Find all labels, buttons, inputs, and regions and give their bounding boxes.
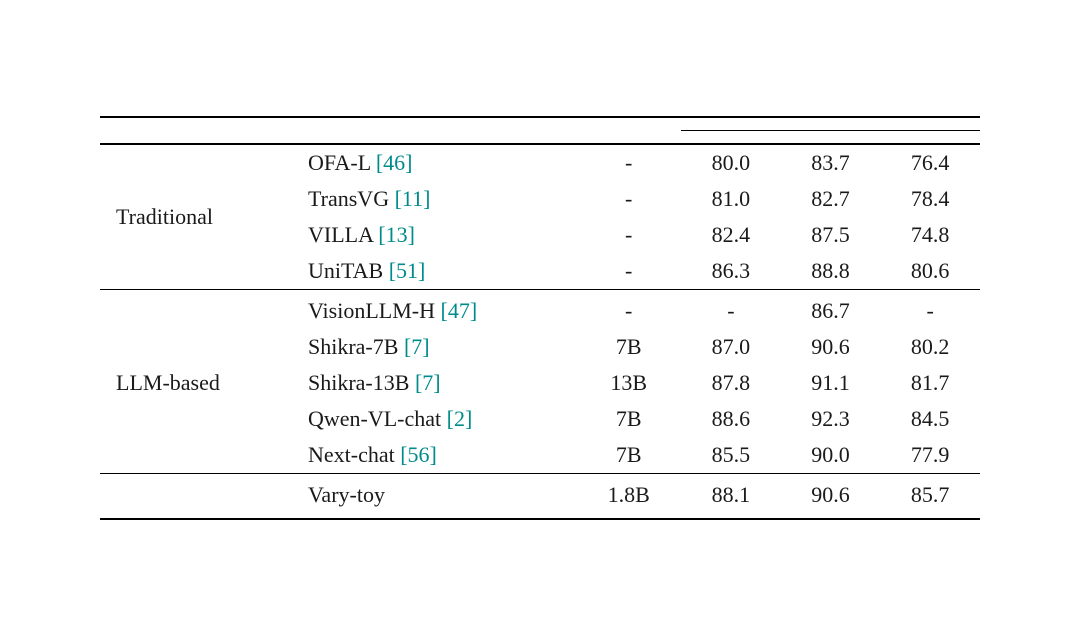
- refcoco-group-header: [681, 117, 980, 130]
- testB-cell: 84.5: [880, 401, 980, 437]
- citation: [51]: [389, 258, 426, 283]
- table-row: Vary-toy1.8B88.190.685.7: [100, 473, 980, 519]
- val-cell: 88.6: [681, 401, 781, 437]
- size-subheader: [576, 130, 681, 144]
- testA-cell: 90.0: [781, 437, 881, 474]
- testB-header: [880, 130, 980, 144]
- header-row-top: [100, 117, 980, 130]
- val-cell: 81.0: [681, 181, 781, 217]
- val-cell: 80.0: [681, 144, 781, 181]
- citation: [56]: [400, 442, 437, 467]
- val-cell: 87.8: [681, 365, 781, 401]
- testA-cell: 88.8: [781, 253, 881, 290]
- type-subheader: [100, 130, 292, 144]
- method-cell: TransVG [11]: [292, 181, 576, 217]
- citation: [13]: [378, 222, 415, 247]
- testA-cell: 92.3: [781, 401, 881, 437]
- citation: [2]: [447, 406, 473, 431]
- size-cell: -: [576, 253, 681, 290]
- method-cell: Qwen-VL-chat [2]: [292, 401, 576, 437]
- size-cell: 7B: [576, 329, 681, 365]
- testB-cell: 78.4: [880, 181, 980, 217]
- testB-cell: 81.7: [880, 365, 980, 401]
- citation: [7]: [415, 370, 441, 395]
- table-container: TraditionalOFA-L [46]-80.083.776.4TransV…: [60, 86, 1020, 550]
- size-cell: -: [576, 289, 681, 329]
- method-cell: Shikra-13B [7]: [292, 365, 576, 401]
- citation: [47]: [441, 298, 478, 323]
- header-row-sub: [100, 130, 980, 144]
- testA-cell: 90.6: [781, 329, 881, 365]
- citation: [46]: [376, 150, 413, 175]
- testB-cell: 74.8: [880, 217, 980, 253]
- testB-cell: -: [880, 289, 980, 329]
- type-cell: Traditional: [100, 144, 292, 290]
- testA-cell: 86.7: [781, 289, 881, 329]
- method-subheader: [292, 130, 576, 144]
- table-row: TraditionalOFA-L [46]-80.083.776.4: [100, 144, 980, 181]
- method-cell: Shikra-7B [7]: [292, 329, 576, 365]
- testA-cell: 82.7: [781, 181, 881, 217]
- method-cell: Vary-toy: [292, 473, 576, 519]
- testB-cell: 85.7: [880, 473, 980, 519]
- testA-header: [781, 130, 881, 144]
- size-cell: -: [576, 181, 681, 217]
- val-header: [681, 130, 781, 144]
- method-cell: UniTAB [51]: [292, 253, 576, 290]
- results-table: TraditionalOFA-L [46]-80.083.776.4TransV…: [100, 116, 980, 520]
- testA-cell: 87.5: [781, 217, 881, 253]
- size-cell: 13B: [576, 365, 681, 401]
- method-header: [292, 117, 576, 130]
- table-row: LLM-basedVisionLLM-H [47]--86.7-: [100, 289, 980, 329]
- testA-cell: 91.1: [781, 365, 881, 401]
- size-cell: -: [576, 217, 681, 253]
- size-cell: 7B: [576, 437, 681, 474]
- size-cell: 7B: [576, 401, 681, 437]
- type-cell: LLM-based: [100, 289, 292, 473]
- testB-cell: 80.6: [880, 253, 980, 290]
- val-cell: 82.4: [681, 217, 781, 253]
- citation: [11]: [395, 186, 431, 211]
- size-header: [576, 117, 681, 130]
- size-cell: -: [576, 144, 681, 181]
- val-cell: 86.3: [681, 253, 781, 290]
- method-cell: Next-chat [56]: [292, 437, 576, 474]
- testB-cell: 76.4: [880, 144, 980, 181]
- type-cell: [100, 473, 292, 519]
- size-cell: 1.8B: [576, 473, 681, 519]
- table-body: TraditionalOFA-L [46]-80.083.776.4TransV…: [100, 144, 980, 519]
- val-cell: 87.0: [681, 329, 781, 365]
- testB-cell: 77.9: [880, 437, 980, 474]
- testA-cell: 90.6: [781, 473, 881, 519]
- citation: [7]: [404, 334, 430, 359]
- type-header: [100, 117, 292, 130]
- method-cell: VisionLLM-H [47]: [292, 289, 576, 329]
- method-cell: VILLA [13]: [292, 217, 576, 253]
- testA-cell: 83.7: [781, 144, 881, 181]
- val-cell: 85.5: [681, 437, 781, 474]
- val-cell: -: [681, 289, 781, 329]
- val-cell: 88.1: [681, 473, 781, 519]
- method-cell: OFA-L [46]: [292, 144, 576, 181]
- testB-cell: 80.2: [880, 329, 980, 365]
